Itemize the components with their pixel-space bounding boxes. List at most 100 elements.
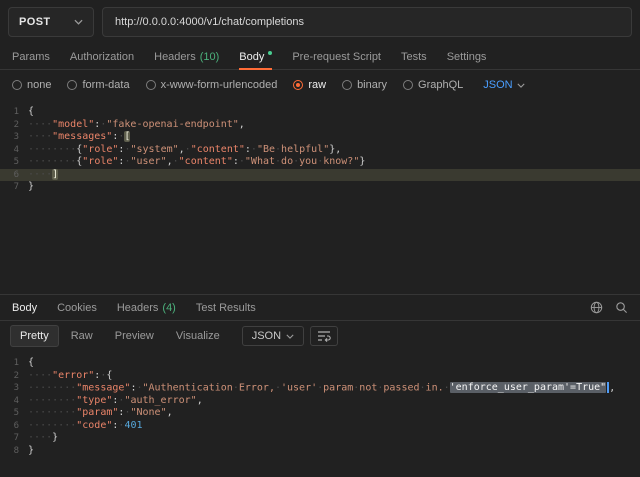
- tab-params[interactable]: Params: [12, 44, 50, 69]
- line-number: 3: [0, 382, 28, 395]
- tab-body[interactable]: Body: [239, 44, 272, 69]
- view-pretty[interactable]: Pretty: [10, 325, 59, 347]
- view-raw[interactable]: Raw: [61, 325, 103, 347]
- line-number: 1: [0, 106, 28, 119]
- line-number: 2: [0, 370, 28, 383]
- radio-icon: [293, 80, 303, 90]
- code-line: 5········{"role":·"user",·"content":·"Wh…: [0, 156, 640, 169]
- tab-cookies[interactable]: Cookies: [57, 295, 97, 320]
- tab-label: Tests: [401, 51, 427, 63]
- code-line: 6····]: [0, 169, 640, 182]
- code-token: "role": [82, 156, 118, 167]
- code-line: 7····}: [0, 432, 640, 445]
- code-token: ,: [609, 382, 615, 393]
- code-token: ,: [167, 407, 173, 418]
- radio-icon: [403, 80, 413, 90]
- body-type-none[interactable]: none: [12, 79, 51, 91]
- method-label: POST: [19, 16, 51, 28]
- code-line: 2····"model":·"fake-openai-endpoint",: [0, 119, 640, 132]
- wrap-text-icon: [317, 330, 331, 342]
- response-toolbar: PrettyRawPreviewVisualize JSON: [0, 321, 640, 351]
- response-code-editor[interactable]: 1{2····"error":·{3········"message":·"Au…: [0, 351, 640, 475]
- code-token: "code": [76, 420, 112, 431]
- code-token: 401: [124, 420, 142, 431]
- radio-label: x-www-form-urlencoded: [161, 79, 278, 91]
- tab-headers[interactable]: Headers(4): [117, 295, 176, 320]
- line-number: 4: [0, 395, 28, 408]
- line-number: 5: [0, 407, 28, 420]
- code-token: :·: [130, 382, 142, 393]
- code-token: "What·do·you·know?": [245, 156, 359, 167]
- code-line: 1{: [0, 106, 640, 119]
- wrap-text-button[interactable]: [310, 326, 338, 346]
- radio-label: GraphQL: [418, 79, 463, 91]
- code-token: "error": [52, 370, 94, 381]
- code-token: "param": [76, 407, 118, 418]
- radio-label: binary: [357, 79, 387, 91]
- code-token: ····: [28, 370, 52, 381]
- code-token: :·: [112, 131, 124, 142]
- response-view-switch: PrettyRawPreviewVisualize: [10, 325, 230, 347]
- radio-icon: [342, 80, 352, 90]
- body-present-dot: [268, 51, 272, 55]
- code-token: "None": [130, 407, 166, 418]
- code-token: ]: [52, 169, 58, 180]
- code-token: :·: [118, 144, 130, 155]
- code-token: }: [28, 445, 34, 456]
- code-token: :·: [94, 119, 106, 130]
- body-type-options: none form-data x-www-form-urlencoded raw bin…: [0, 70, 640, 100]
- code-token: ········: [28, 395, 76, 406]
- body-type-graphql[interactable]: GraphQL: [403, 79, 463, 91]
- code-token: "Authentication·Error,·'user'·param·not·…: [143, 382, 450, 393]
- body-type-raw[interactable]: raw: [293, 79, 326, 91]
- body-type-x-www-form-urlencoded[interactable]: x-www-form-urlencoded: [146, 79, 278, 91]
- tab-label: Cookies: [57, 302, 97, 314]
- code-line: 2····"error":·{: [0, 370, 640, 383]
- chevron-down-icon: [74, 19, 83, 25]
- response-language-select[interactable]: JSON: [242, 326, 304, 346]
- tab-label: Headers: [154, 51, 196, 63]
- tab-test-results[interactable]: Test Results: [196, 295, 256, 320]
- radio-label: none: [27, 79, 51, 91]
- code-line: 3····"messages":·[: [0, 131, 640, 144]
- code-token: ,·: [167, 156, 179, 167]
- code-token: {: [28, 357, 34, 368]
- raw-language-select[interactable]: JSON: [483, 79, 524, 91]
- raw-language-label: JSON: [483, 79, 512, 91]
- body-type-binary[interactable]: binary: [342, 79, 387, 91]
- tab-body[interactable]: Body: [12, 295, 37, 320]
- view-visualize[interactable]: Visualize: [166, 325, 230, 347]
- code-token: ,: [239, 119, 245, 130]
- code-token: }: [52, 432, 58, 443]
- search-icon[interactable]: [615, 301, 628, 314]
- code-token: },: [329, 144, 341, 155]
- code-token: ····: [28, 131, 52, 142]
- tab-headers[interactable]: Headers(10): [154, 44, 219, 69]
- tab-settings[interactable]: Settings: [447, 44, 487, 69]
- code-token: :·: [94, 370, 106, 381]
- url-input[interactable]: http://0.0.0.0:4000/v1/chat/completions: [102, 7, 632, 37]
- tab-pre-request-script[interactable]: Pre-request Script: [292, 44, 381, 69]
- radio-label: form-data: [82, 79, 129, 91]
- code-token: ,·: [179, 144, 191, 155]
- request-tabs: Params Authorization Headers(10) Body Pre-re…: [0, 44, 640, 70]
- body-type-form-data[interactable]: form-data: [67, 79, 129, 91]
- method-select[interactable]: POST: [8, 7, 94, 37]
- view-preview[interactable]: Preview: [105, 325, 164, 347]
- code-token: :·: [245, 144, 257, 155]
- tab-tests[interactable]: Tests: [401, 44, 427, 69]
- code-line: 4········"type":·"auth_error",: [0, 395, 640, 408]
- code-token: :·: [112, 420, 124, 431]
- code-token: "user": [130, 156, 166, 167]
- tab-label: Headers: [117, 302, 159, 314]
- response-section: Body Cookies Headers(4) Test Results Pretty…: [0, 294, 640, 475]
- chevron-down-icon: [286, 334, 294, 339]
- request-code-editor[interactable]: 1{2····"model":·"fake-openai-endpoint",3…: [0, 100, 640, 294]
- tab-authorization[interactable]: Authorization: [70, 44, 134, 69]
- line-number: 6: [0, 169, 28, 182]
- line-number: 8: [0, 445, 28, 458]
- code-token: {: [106, 370, 112, 381]
- tab-label: Settings: [447, 51, 487, 63]
- network-icon[interactable]: [590, 301, 603, 314]
- code-line: 7}: [0, 181, 640, 194]
